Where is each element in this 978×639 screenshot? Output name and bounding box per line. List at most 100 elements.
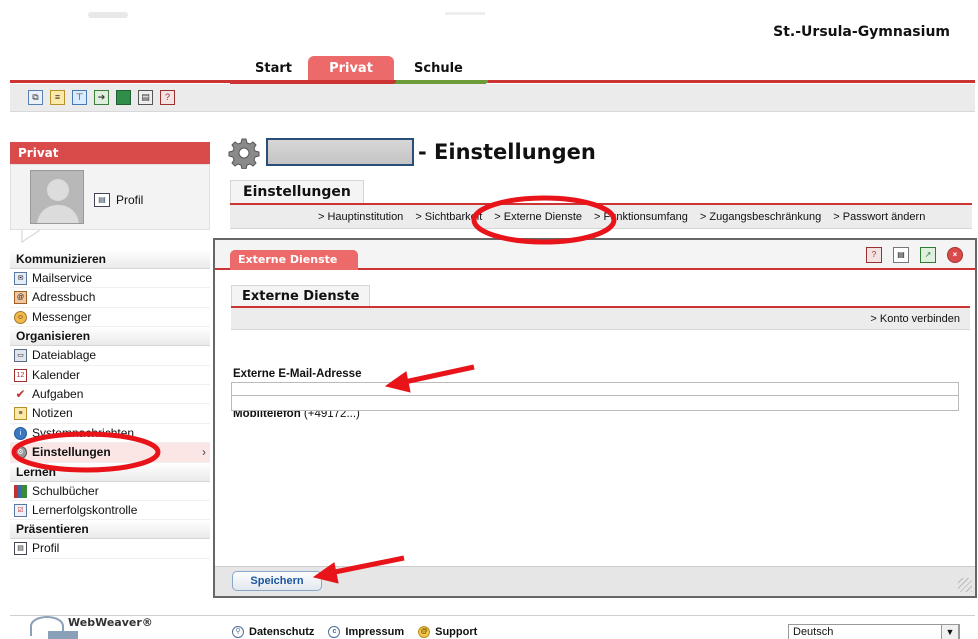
sidebar-item-label: Dateiablage bbox=[32, 348, 97, 363]
privacy-icon: ⚲ bbox=[232, 626, 244, 638]
sidebar-item-aufgaben[interactable]: ✔ Aufgaben bbox=[10, 385, 210, 405]
crumb-zugangsbeschraenkung[interactable]: > Zugangsbeschränkung bbox=[694, 211, 827, 223]
language-select[interactable]: Deutsch ▼ bbox=[788, 624, 960, 639]
footer-link-datenschutz[interactable]: ⚲ Datenschutz bbox=[232, 626, 314, 638]
sidebar-item-label: Lernerfolgskontrolle bbox=[32, 502, 138, 517]
inner-tab-externe-dienste[interactable]: Externe Dienste bbox=[231, 285, 371, 307]
sidebar-item-label: Aufgaben bbox=[32, 386, 84, 401]
address-book-icon: @ bbox=[14, 291, 27, 305]
sidebar-item-label: Adressbuch bbox=[32, 290, 96, 305]
vcard-icon: ▤ bbox=[94, 193, 110, 207]
sidebar-item-adressbuch[interactable]: @ Adressbuch bbox=[10, 288, 210, 308]
connect-account-bar: > Konto verbinden bbox=[231, 308, 970, 330]
folder-icon: ▭ bbox=[14, 349, 27, 363]
footer-link-support[interactable]: @ Support bbox=[418, 626, 477, 638]
notes-icon: ≡ bbox=[14, 407, 27, 421]
profile-link[interactable]: ▤ Profil bbox=[94, 193, 143, 207]
footer-divider bbox=[10, 615, 975, 616]
sidebar-item-dateiablage[interactable]: ▭ Dateiablage bbox=[10, 346, 210, 366]
sidebar-item-label: Kalender bbox=[32, 367, 81, 382]
toolbar: ⧉ ≡ ⊤ ➔ ▤ ? bbox=[10, 84, 975, 112]
sidebar-item-label: Mailservice bbox=[32, 271, 93, 285]
sidebar-item-messenger[interactable]: ☺ Messenger bbox=[10, 308, 210, 328]
help-icon[interactable]: ? bbox=[160, 90, 175, 105]
sidebar-item-einstellungen[interactable]: ⚙ Einstellungen › bbox=[10, 443, 210, 463]
mail-icon: ✉ bbox=[14, 272, 27, 285]
sidebar-item-systemnachrichten[interactable]: i Systemnachrichten bbox=[10, 424, 210, 444]
user-name-redacted bbox=[266, 138, 414, 166]
page-title: - Einstellungen bbox=[418, 140, 596, 164]
logo-placeholder bbox=[88, 12, 128, 18]
crumb-passwort-aendern[interactable]: > Passwort ändern bbox=[827, 211, 931, 223]
copyright-icon: c bbox=[328, 626, 341, 638]
sidebar-item-label: Einstellungen bbox=[32, 445, 111, 460]
mobile-phone-input[interactable] bbox=[231, 395, 959, 411]
books-icon bbox=[14, 484, 27, 498]
export-icon[interactable]: ↗ bbox=[920, 247, 936, 263]
connect-account-link[interactable]: > Konto verbinden bbox=[870, 313, 960, 325]
footer-link-impressum[interactable]: c Impressum bbox=[328, 626, 404, 638]
info-icon: i bbox=[14, 426, 27, 440]
sidebar-title: Privat bbox=[10, 142, 210, 164]
green-square-icon[interactable] bbox=[116, 90, 131, 105]
network-icon[interactable]: ⊤ bbox=[72, 90, 87, 105]
panel-actions: ? ▤ ↗ × bbox=[866, 247, 963, 263]
speech-bubble-tail bbox=[21, 230, 41, 243]
sidebar-item-label: Profil bbox=[32, 541, 60, 556]
sidebar-item-profil[interactable]: ▤ Profil bbox=[10, 539, 210, 559]
nav-heading-organisieren: Organisieren bbox=[10, 327, 210, 347]
footer-link-label: Impressum bbox=[345, 626, 405, 638]
chevron-down-icon: ▼ bbox=[941, 624, 959, 639]
language-select-value: Deutsch bbox=[793, 626, 834, 638]
sidebar-item-label: Schulbücher bbox=[32, 483, 99, 498]
nav-heading-lernen: Lernen bbox=[10, 462, 210, 482]
nav-heading-kommunizieren: Kommunizieren bbox=[10, 250, 210, 269]
sidebar-item-label: Systemnachrichten bbox=[32, 425, 135, 440]
panel-footer bbox=[215, 566, 975, 596]
tab-einstellungen[interactable]: Einstellungen bbox=[230, 180, 364, 204]
gear-icon: ⚙ bbox=[14, 446, 27, 460]
tab-underline bbox=[10, 80, 975, 83]
sidebar-item-mailservice[interactable]: ✉ Mailservice bbox=[10, 269, 210, 289]
webweaver-logo-badge bbox=[48, 631, 78, 639]
sidebar-item-kalender[interactable]: 12 Kalender bbox=[10, 366, 210, 385]
crumb-funktionsumfang[interactable]: > Funktionsumfang bbox=[588, 211, 694, 223]
header-placeholder bbox=[445, 12, 485, 15]
chevron-right-icon: › bbox=[202, 445, 206, 460]
avatar bbox=[30, 170, 84, 224]
sidebar-item-schulbuecher[interactable]: Schulbücher bbox=[10, 482, 210, 501]
sidebar-nav: Kommunizieren ✉ Mailservice @ Adressbuch… bbox=[10, 250, 210, 559]
support-icon: @ bbox=[418, 626, 431, 638]
save-button[interactable]: Speichern bbox=[232, 571, 322, 591]
sidebar-item-label: Notizen bbox=[32, 406, 73, 421]
school-name: St.-Ursula-Gymnasium bbox=[773, 24, 950, 40]
sidebar-item-lernerfolgskontrolle[interactable]: ☑ Lernerfolgskontrolle bbox=[10, 501, 210, 521]
checklist-icon: ☑ bbox=[14, 503, 27, 517]
footer-links: ⚲ Datenschutz c Impressum @ Support bbox=[232, 626, 477, 638]
messenger-icon: ☺ bbox=[14, 310, 27, 324]
tab-externe-dienste[interactable]: Externe Dienste bbox=[230, 250, 358, 270]
login-icon[interactable]: ➔ bbox=[94, 90, 109, 105]
external-email-label: Externe E-Mail-Adresse bbox=[233, 368, 361, 380]
windows-icon[interactable]: ⧉ bbox=[28, 90, 43, 105]
crumb-sichtbarkeit[interactable]: > Sichtbarkeit bbox=[409, 211, 488, 223]
sidebar-item-label: Messenger bbox=[32, 309, 92, 324]
tasks-icon: ✔ bbox=[15, 386, 26, 401]
help-icon[interactable]: ? bbox=[866, 247, 882, 263]
calendar-icon: 12 bbox=[14, 368, 27, 382]
printer-icon[interactable]: ▤ bbox=[893, 247, 909, 263]
tab-underline-schule bbox=[396, 80, 488, 83]
crumb-hauptinstitution[interactable]: > Hauptinstitution bbox=[312, 211, 409, 223]
gear-icon bbox=[228, 138, 260, 169]
sidebar-item-notizen[interactable]: ≡ Notizen bbox=[10, 404, 210, 424]
footer-link-label: Support bbox=[435, 626, 478, 638]
notes-icon[interactable]: ≡ bbox=[50, 90, 65, 105]
footer-link-label: Datenschutz bbox=[249, 626, 315, 638]
nav-heading-praesentieren: Präsentieren bbox=[10, 520, 210, 540]
resize-grip[interactable] bbox=[958, 578, 972, 592]
close-icon[interactable]: × bbox=[947, 247, 963, 263]
crumb-externe-dienste[interactable]: > Externe Dienste bbox=[488, 211, 588, 223]
printer-icon[interactable]: ▤ bbox=[138, 90, 153, 105]
webweaver-brand: WebWeaver® bbox=[68, 616, 153, 629]
external-email-label-text: Externe E-Mail-Adresse bbox=[233, 368, 362, 380]
